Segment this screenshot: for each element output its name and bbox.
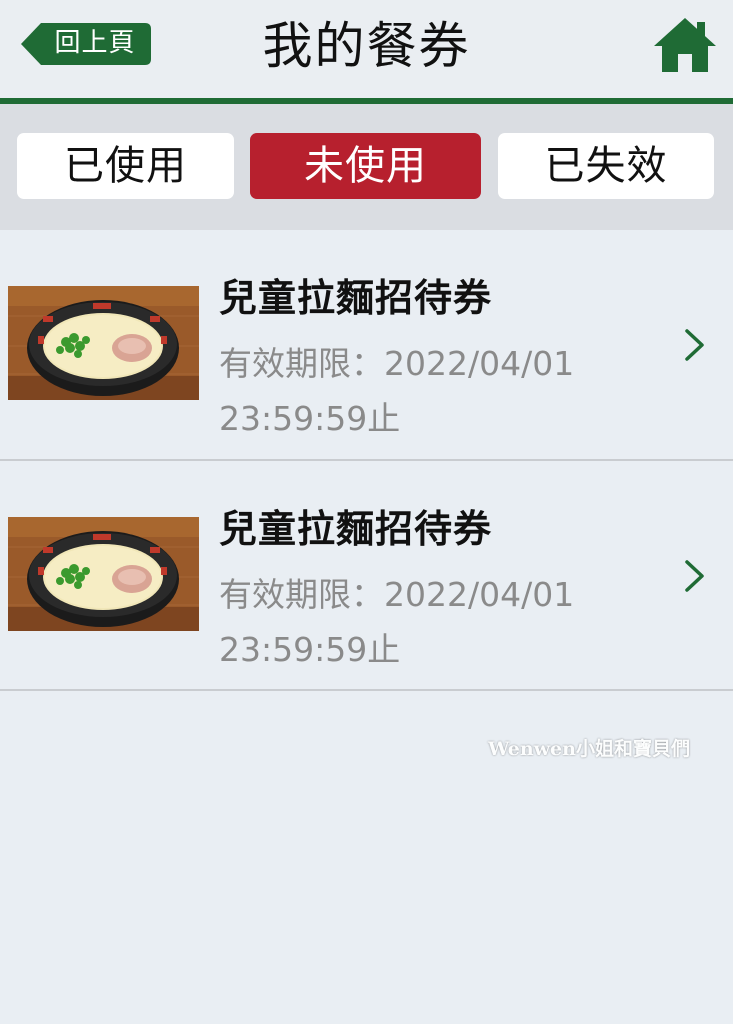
app-header: 回上頁 我的餐券 (0, 0, 733, 98)
coupon-title: 兒童拉麵招待券 (219, 507, 493, 551)
tab-bar: 已使用 未使用 已失效 (0, 104, 733, 230)
watermark: Wenwen小姐和寶貝們 (488, 738, 690, 760)
chevron-right-icon (685, 329, 704, 361)
home-icon (654, 18, 716, 72)
ramen-bowl-image (8, 517, 199, 631)
list-divider (0, 689, 733, 691)
tab-expired[interactable]: 已失效 (498, 133, 714, 199)
tab-used[interactable]: 已使用 (17, 133, 234, 199)
coupon-validity: 有效期限：2022/04/01 (219, 575, 575, 614)
coupon-list-item[interactable]: 兒童拉麵招待券 有效期限：2022/04/01 23:59:59止 (0, 230, 733, 460)
page-title: 我的餐券 (262, 17, 471, 75)
coupon-title: 兒童拉麵招待券 (219, 276, 493, 320)
coupon-list-item[interactable]: 兒童拉麵招待券 有效期限：2022/04/01 23:59:59止 (0, 461, 733, 691)
tab-unused[interactable]: 未使用 (250, 133, 481, 199)
coupon-validity-time: 23:59:59止 (219, 399, 401, 438)
coupon-validity-time: 23:59:59止 (219, 630, 401, 669)
chevron-right-icon (685, 560, 704, 592)
ramen-bowl-image (8, 286, 199, 400)
coupon-validity: 有效期限：2022/04/01 (219, 344, 575, 383)
home-button[interactable] (652, 16, 718, 74)
